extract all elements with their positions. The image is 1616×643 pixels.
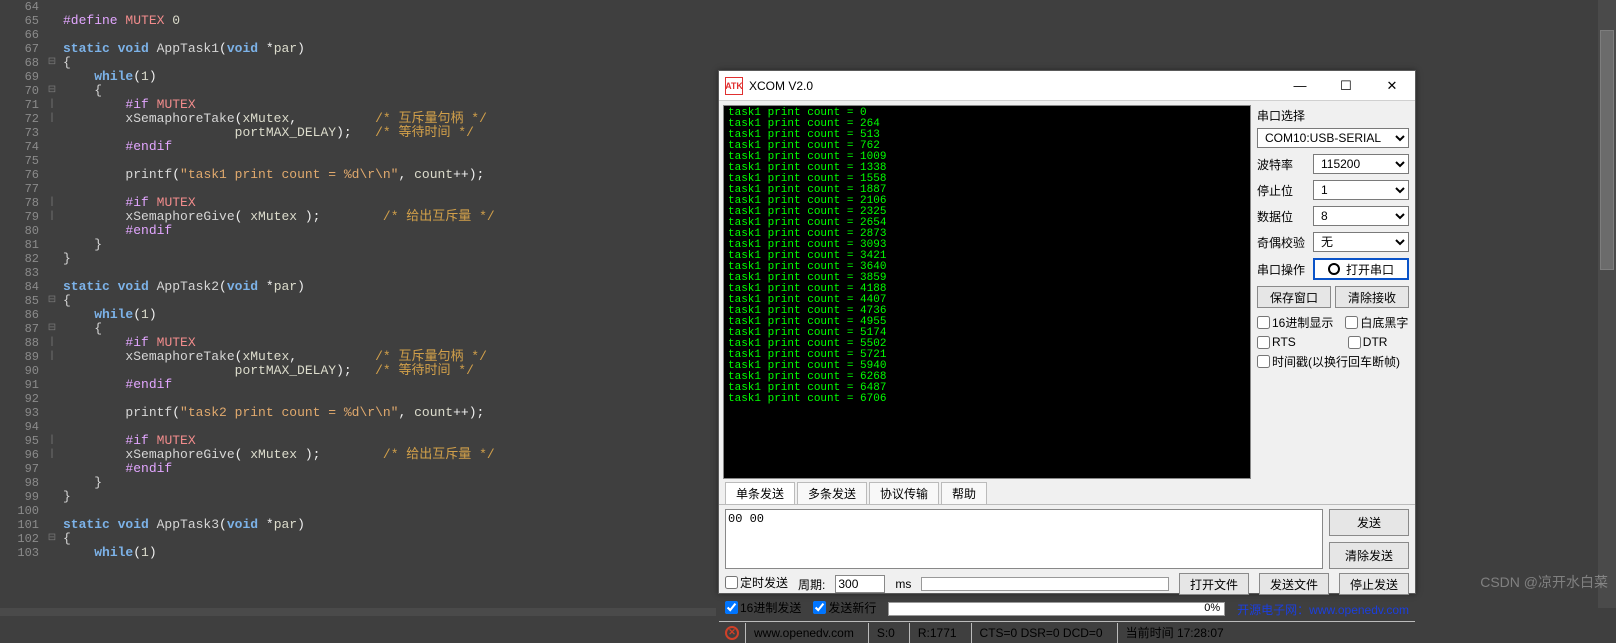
status-recv: R:1771 bbox=[909, 623, 965, 643]
maximize-button[interactable]: ☐ bbox=[1323, 71, 1369, 101]
progress-percent: 0% bbox=[1204, 602, 1220, 614]
stop-select[interactable]: 1 bbox=[1313, 180, 1409, 200]
xcom-window: ATK XCOM V2.0 — ☐ ✕ task1 print count = … bbox=[718, 70, 1416, 594]
open-port-label: 打开串口 bbox=[1346, 261, 1394, 278]
file-path-box[interactable] bbox=[921, 577, 1169, 591]
minimize-button[interactable]: — bbox=[1277, 71, 1323, 101]
editor-scrollbar-vertical[interactable] bbox=[1598, 0, 1616, 608]
tab-multi-send[interactable]: 多条发送 bbox=[797, 482, 867, 504]
send-button[interactable]: 发送 bbox=[1329, 509, 1409, 536]
tab-single-send[interactable]: 单条发送 bbox=[725, 482, 795, 504]
op-label: 串口操作 bbox=[1257, 261, 1313, 278]
send-file-button[interactable]: 发送文件 bbox=[1259, 573, 1329, 595]
scrollbar-thumb[interactable] bbox=[1600, 30, 1614, 270]
rts-checkbox[interactable]: RTS bbox=[1257, 335, 1296, 349]
window-title: XCOM V2.0 bbox=[749, 79, 1277, 93]
open-port-button[interactable]: 打开串口 bbox=[1313, 258, 1409, 280]
period-label: 周期: bbox=[798, 576, 825, 593]
line-number-gutter: 6465666768697071727374757677787980818283… bbox=[0, 0, 45, 616]
serial-settings-panel: 串口选择 COM10:USB-SERIAL 波特率 115200 停止位 1 数… bbox=[1255, 101, 1415, 483]
data-label: 数据位 bbox=[1257, 208, 1313, 225]
app-logo-icon: ATK bbox=[725, 77, 743, 95]
port-select[interactable]: COM10:USB-SERIAL bbox=[1257, 128, 1409, 148]
hex-show-checkbox[interactable]: 16进制显示 bbox=[1257, 314, 1333, 331]
titlebar[interactable]: ATK XCOM V2.0 — ☐ ✕ bbox=[719, 71, 1415, 101]
progress-bar: 0% bbox=[888, 602, 1225, 616]
clear-send-button[interactable]: 清除发送 bbox=[1329, 542, 1409, 569]
openedv-link[interactable]: 开源电子网：www.openedv.com bbox=[1237, 601, 1409, 618]
status-bar: ✕ www.openedv.com S:0 R:1771 CTS=0 DSR=0… bbox=[719, 621, 1415, 643]
dtr-checkbox[interactable]: DTR bbox=[1348, 335, 1388, 349]
status-cts: CTS=0 DSR=0 DCD=0 bbox=[971, 623, 1111, 643]
tab-help[interactable]: 帮助 bbox=[941, 482, 987, 504]
period-input[interactable] bbox=[835, 575, 885, 593]
editor-scrollbar-horizontal[interactable] bbox=[0, 608, 716, 616]
status-url[interactable]: www.openedv.com bbox=[745, 623, 862, 643]
save-window-button[interactable]: 保存窗口 bbox=[1257, 286, 1331, 308]
timestamp-checkbox[interactable]: 时间戳(以换行回车断帧) bbox=[1257, 353, 1409, 370]
baud-select[interactable]: 115200 bbox=[1313, 154, 1409, 174]
watermark: CSDN @凉开水白菜 bbox=[1480, 572, 1608, 592]
open-file-button[interactable]: 打开文件 bbox=[1179, 573, 1249, 595]
baud-label: 波特率 bbox=[1257, 156, 1313, 173]
period-unit: ms bbox=[895, 577, 911, 591]
parity-label: 奇偶校验 bbox=[1257, 234, 1313, 251]
port-status-icon bbox=[1328, 263, 1340, 275]
close-button[interactable]: ✕ bbox=[1369, 71, 1415, 101]
port-section-title: 串口选择 bbox=[1257, 107, 1409, 124]
white-bg-checkbox[interactable]: 白底黑字 bbox=[1345, 314, 1408, 331]
data-select[interactable]: 8 bbox=[1313, 206, 1409, 226]
hex-send-checkbox[interactable]: 16进制发送 bbox=[725, 599, 801, 616]
send-newline-checkbox[interactable]: 发送新行 bbox=[813, 599, 876, 616]
status-icon: ✕ bbox=[725, 626, 739, 640]
stop-send-button[interactable]: 停止发送 bbox=[1339, 573, 1409, 595]
terminal-output[interactable]: task1 print count = 0task1 print count =… bbox=[723, 105, 1251, 479]
status-sent: S:0 bbox=[868, 623, 903, 643]
timed-send-checkbox[interactable]: 定时发送 bbox=[725, 574, 788, 591]
send-textarea[interactable]: 00 00 bbox=[725, 509, 1323, 569]
status-time: 当前时间 17:28:07 bbox=[1117, 623, 1232, 643]
clear-recv-button[interactable]: 清除接收 bbox=[1335, 286, 1409, 308]
stop-label: 停止位 bbox=[1257, 182, 1313, 199]
parity-select[interactable]: 无 bbox=[1313, 232, 1409, 252]
send-tabs: 单条发送 多条发送 协议传输 帮助 bbox=[719, 483, 1415, 505]
fold-column[interactable]: ⊟⊟||||⊟⊟||||⊟ bbox=[45, 0, 59, 616]
tab-protocol[interactable]: 协议传输 bbox=[869, 482, 939, 504]
